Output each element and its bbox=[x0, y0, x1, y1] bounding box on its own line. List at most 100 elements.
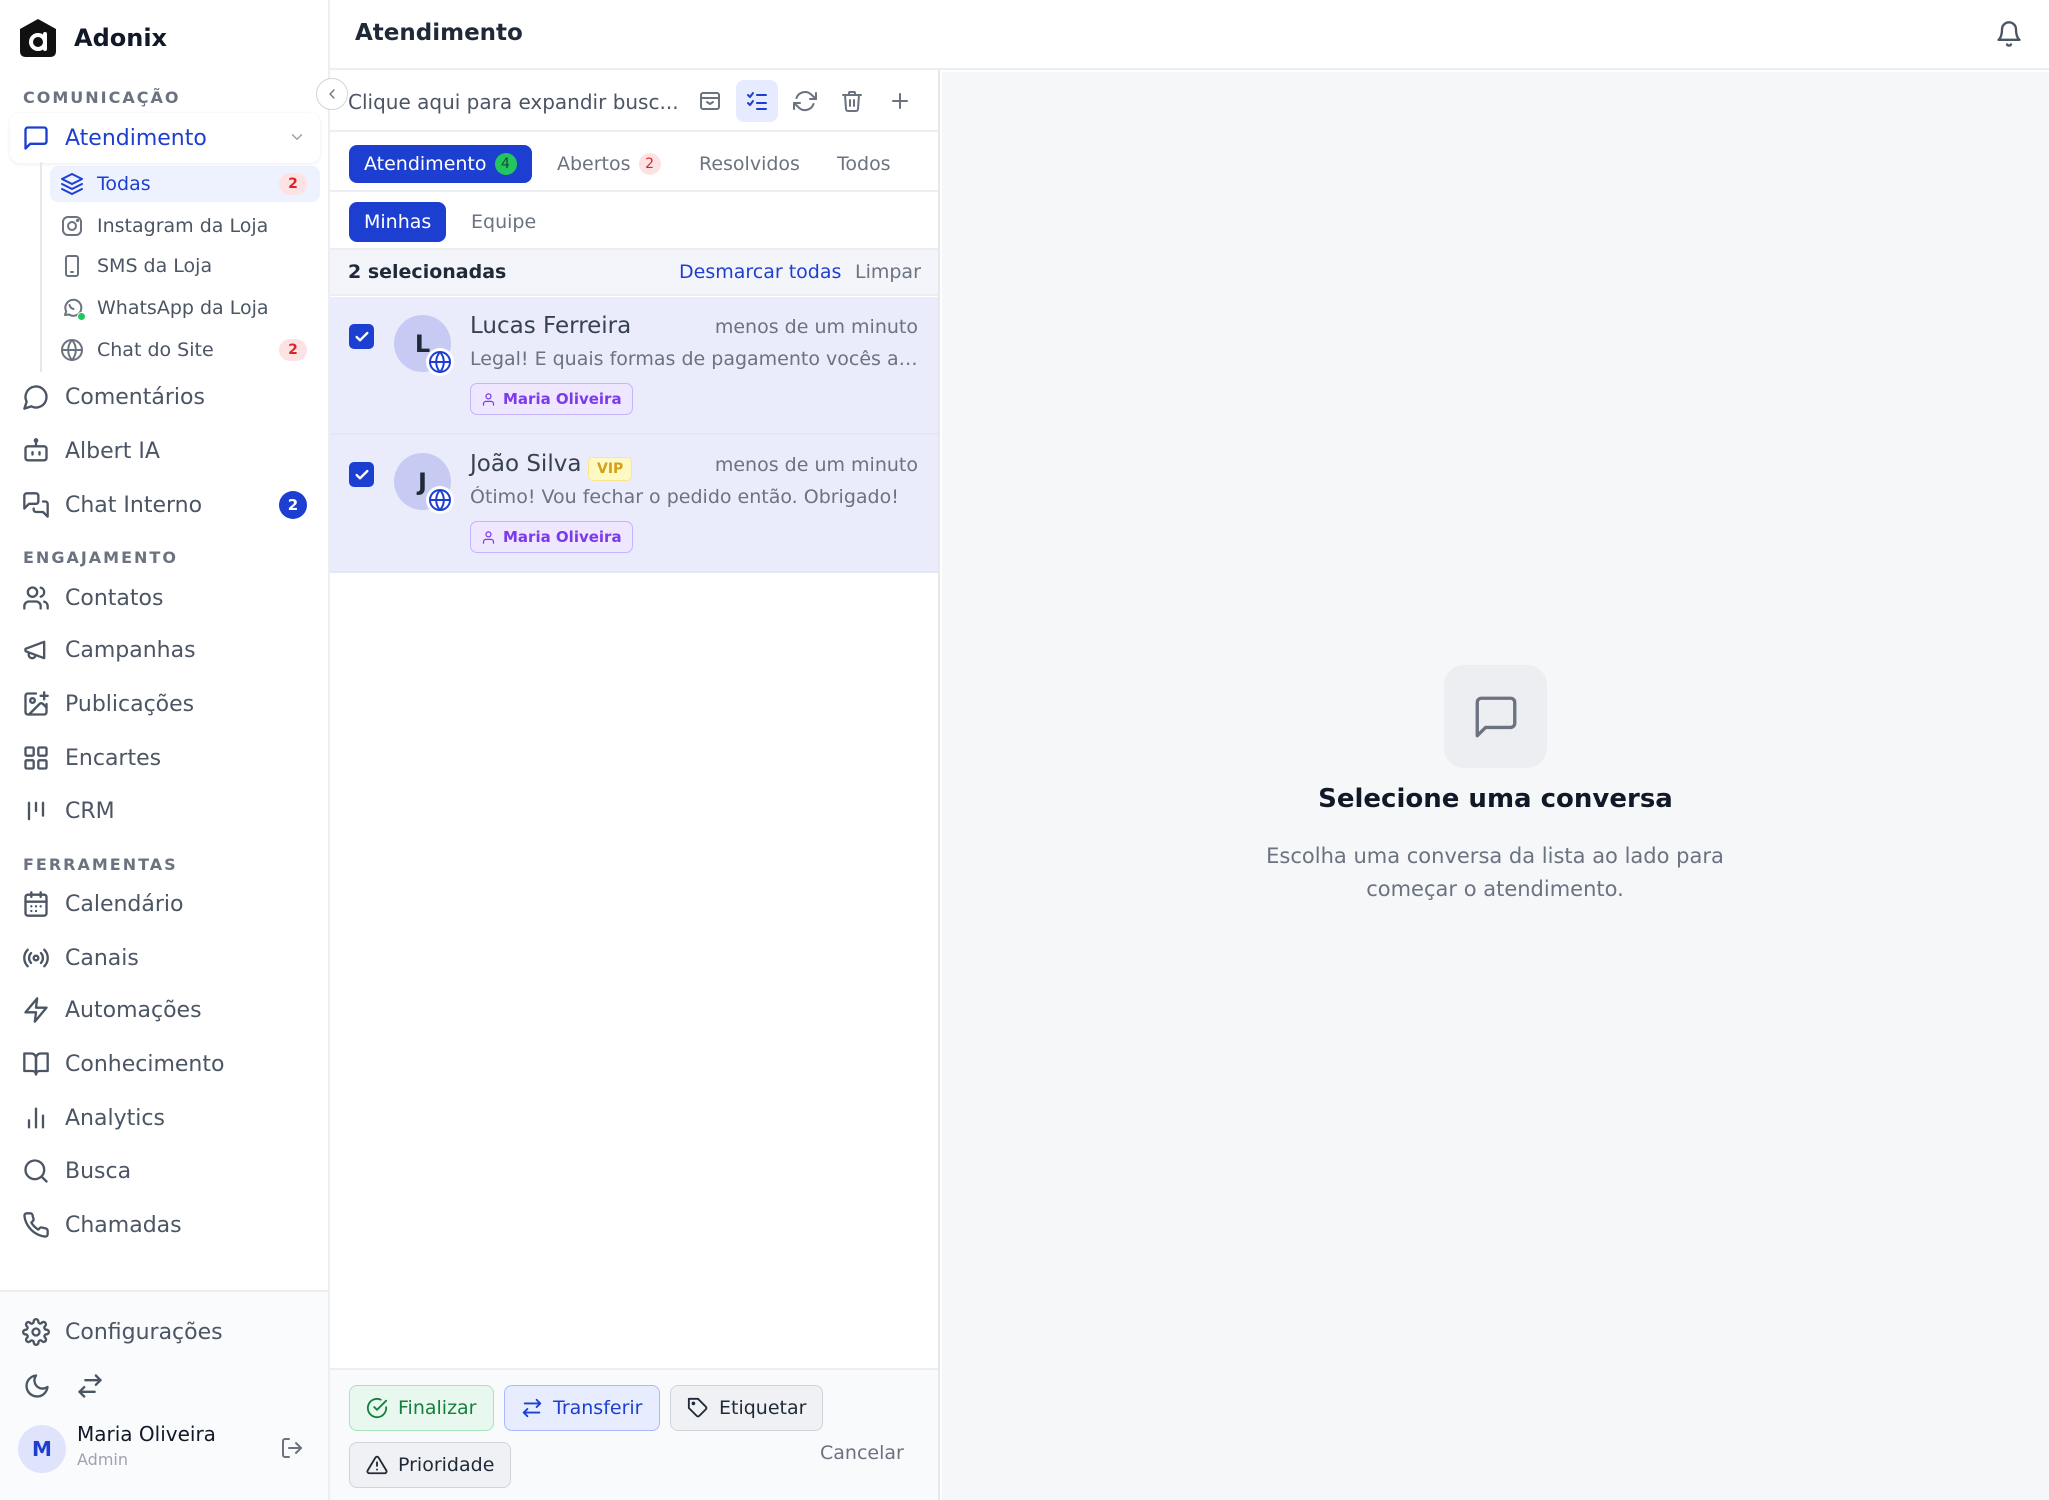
nav-item-label: Automações bbox=[65, 997, 202, 1023]
refresh-button[interactable] bbox=[784, 80, 826, 122]
collapse-sidebar-button[interactable] bbox=[316, 78, 348, 110]
subnav-item-whatsapp[interactable]: WhatsApp da Loja bbox=[50, 290, 320, 326]
nav-item-chamadas[interactable]: Chamadas bbox=[10, 1200, 320, 1250]
nav-item-label: Campanhas bbox=[65, 637, 196, 663]
nav-item-analytics[interactable]: Analytics bbox=[10, 1093, 320, 1143]
tab-equipe[interactable]: Equipe bbox=[456, 202, 551, 242]
transfer-button[interactable]: Transferir bbox=[504, 1385, 660, 1431]
tab-label: Equipe bbox=[471, 211, 537, 233]
deselect-all-link[interactable]: Desmarcar todas bbox=[679, 261, 841, 283]
nav-item-label: Comentários bbox=[65, 384, 205, 410]
grid-icon bbox=[24, 746, 48, 770]
subnav-item-label: Todas bbox=[97, 173, 151, 195]
subnav-item-instagram[interactable]: Instagram da Loja bbox=[50, 208, 320, 244]
conversation-checkbox[interactable] bbox=[349, 324, 374, 349]
logout-icon[interactable] bbox=[280, 1436, 304, 1460]
nav-item-encartes[interactable]: Encartes bbox=[10, 733, 320, 783]
tab-label: Todos bbox=[837, 153, 891, 175]
nav-item-crm[interactable]: CRM bbox=[10, 786, 320, 836]
alert-triangle-icon bbox=[366, 1455, 388, 1475]
phone-icon bbox=[23, 1212, 49, 1238]
tab-todos[interactable]: Todos bbox=[822, 145, 906, 183]
page-title: Atendimento bbox=[355, 20, 523, 46]
priority-button[interactable]: Prioridade bbox=[349, 1442, 512, 1488]
count-badge: 2 bbox=[279, 173, 307, 195]
finalize-button[interactable]: Finalizar bbox=[349, 1385, 494, 1431]
nav-item-label: CRM bbox=[65, 798, 115, 824]
nav-item-label: Calendário bbox=[65, 891, 184, 917]
button-label: Prioridade bbox=[398, 1454, 495, 1476]
nav-item-comentarios[interactable]: Comentários bbox=[10, 372, 320, 422]
conversation-item[interactable]: J João Silva VIP menos de um minuto Ótim… bbox=[330, 435, 938, 573]
nav-item-chat-interno[interactable]: Chat Interno 2 bbox=[10, 480, 320, 530]
tab-atendimento[interactable]: Atendimento 4 bbox=[349, 145, 532, 183]
bar-chart-icon bbox=[27, 1107, 45, 1129]
select-mode-button[interactable] bbox=[736, 80, 778, 122]
chevron-down-icon[interactable] bbox=[288, 128, 306, 146]
nav-item-label: Chat Interno bbox=[65, 492, 203, 518]
nav-item-conhecimento[interactable]: Conhecimento bbox=[10, 1039, 320, 1089]
nav-item-label: Busca bbox=[65, 1158, 132, 1184]
bot-icon bbox=[24, 438, 48, 462]
refresh-icon bbox=[793, 91, 817, 112]
subnav-item-todas[interactable]: Todas 2 bbox=[50, 166, 320, 202]
clear-link[interactable]: Limpar bbox=[855, 261, 921, 283]
nav-item-label: Canais bbox=[65, 945, 139, 971]
selection-count: 2 selecionadas bbox=[348, 261, 507, 283]
brand[interactable]: Adonix bbox=[18, 18, 167, 58]
nav-item-atendimento[interactable]: Atendimento bbox=[10, 113, 320, 163]
nav-item-automacoes[interactable]: Automações bbox=[10, 985, 320, 1035]
subnav-item-sms[interactable]: SMS da Loja bbox=[50, 248, 320, 284]
tab-label: Minhas bbox=[364, 211, 432, 233]
nav-item-label: Conhecimento bbox=[65, 1051, 225, 1077]
avatar[interactable]: M bbox=[18, 1425, 66, 1473]
tab-count: 4 bbox=[494, 153, 517, 175]
nav-item-busca[interactable]: Busca bbox=[10, 1146, 320, 1196]
user-icon bbox=[482, 530, 495, 544]
tab-label: Resolvidos bbox=[699, 153, 800, 175]
nav-item-configuracoes[interactable]: Configurações bbox=[10, 1307, 320, 1357]
swap-icon[interactable] bbox=[76, 1372, 104, 1400]
delete-button[interactable] bbox=[831, 80, 873, 122]
cancel-button[interactable]: Cancelar bbox=[820, 1442, 904, 1464]
nav-item-albert-ia[interactable]: Albert IA bbox=[10, 426, 320, 476]
tab-abertos[interactable]: Abertos 2 bbox=[542, 145, 676, 183]
nav-item-canais[interactable]: Canais bbox=[10, 933, 320, 983]
contact-name: Lucas Ferreira bbox=[470, 313, 632, 339]
nav-item-campanhas[interactable]: Campanhas bbox=[10, 625, 320, 675]
subnav-item-label: WhatsApp da Loja bbox=[97, 297, 269, 319]
nav-item-publicacoes[interactable]: Publicações bbox=[10, 679, 320, 729]
conversation-list-panel: Atendimento 4 Abertos 2 Resolvidos Todos… bbox=[330, 70, 940, 1500]
subnav-item-label: Chat do Site bbox=[97, 339, 214, 361]
section-label-communication: COMUNICAÇÃO bbox=[23, 88, 181, 107]
message-square-icon bbox=[1475, 696, 1516, 737]
nav-item-contatos[interactable]: Contatos bbox=[10, 573, 320, 623]
empty-state-icon-box bbox=[1444, 665, 1547, 768]
nav-item-calendario[interactable]: Calendário bbox=[10, 879, 320, 929]
search-input[interactable] bbox=[348, 85, 678, 119]
conversation-item[interactable]: L Lucas Ferreira menos de um minuto Lega… bbox=[330, 297, 938, 435]
globe-icon bbox=[61, 339, 83, 361]
tag-button[interactable]: Etiquetar bbox=[670, 1385, 824, 1431]
channel-globe-icon bbox=[426, 348, 454, 376]
comment-icon bbox=[23, 385, 48, 410]
subnav-item-chat-do-site[interactable]: Chat do Site 2 bbox=[50, 332, 320, 368]
button-label: Etiquetar bbox=[719, 1397, 807, 1419]
selection-bar: 2 selecionadas Desmarcar todas Limpar bbox=[330, 250, 938, 296]
conversation-checkbox[interactable] bbox=[349, 462, 374, 487]
new-conversation-button[interactable] bbox=[879, 80, 921, 122]
message-preview: Legal! E quais formas de pagamento vocês… bbox=[470, 348, 920, 370]
moon-icon[interactable] bbox=[23, 1372, 51, 1400]
tab-minhas[interactable]: Minhas bbox=[349, 202, 447, 242]
user-icon bbox=[482, 392, 495, 406]
nav-item-label: Configurações bbox=[65, 1319, 223, 1345]
sidebar: Adonix COMUNICAÇÃO Atendimento Todas 2 I… bbox=[0, 0, 330, 1500]
tab-resolvidos[interactable]: Resolvidos bbox=[684, 145, 815, 183]
bell-icon[interactable] bbox=[1995, 20, 2023, 48]
chats-icon bbox=[23, 492, 49, 518]
archive-button[interactable] bbox=[689, 80, 731, 122]
message-square-icon bbox=[24, 126, 48, 150]
zap-icon bbox=[24, 997, 48, 1023]
archive-icon bbox=[700, 92, 720, 110]
button-label: Transferir bbox=[553, 1397, 643, 1419]
